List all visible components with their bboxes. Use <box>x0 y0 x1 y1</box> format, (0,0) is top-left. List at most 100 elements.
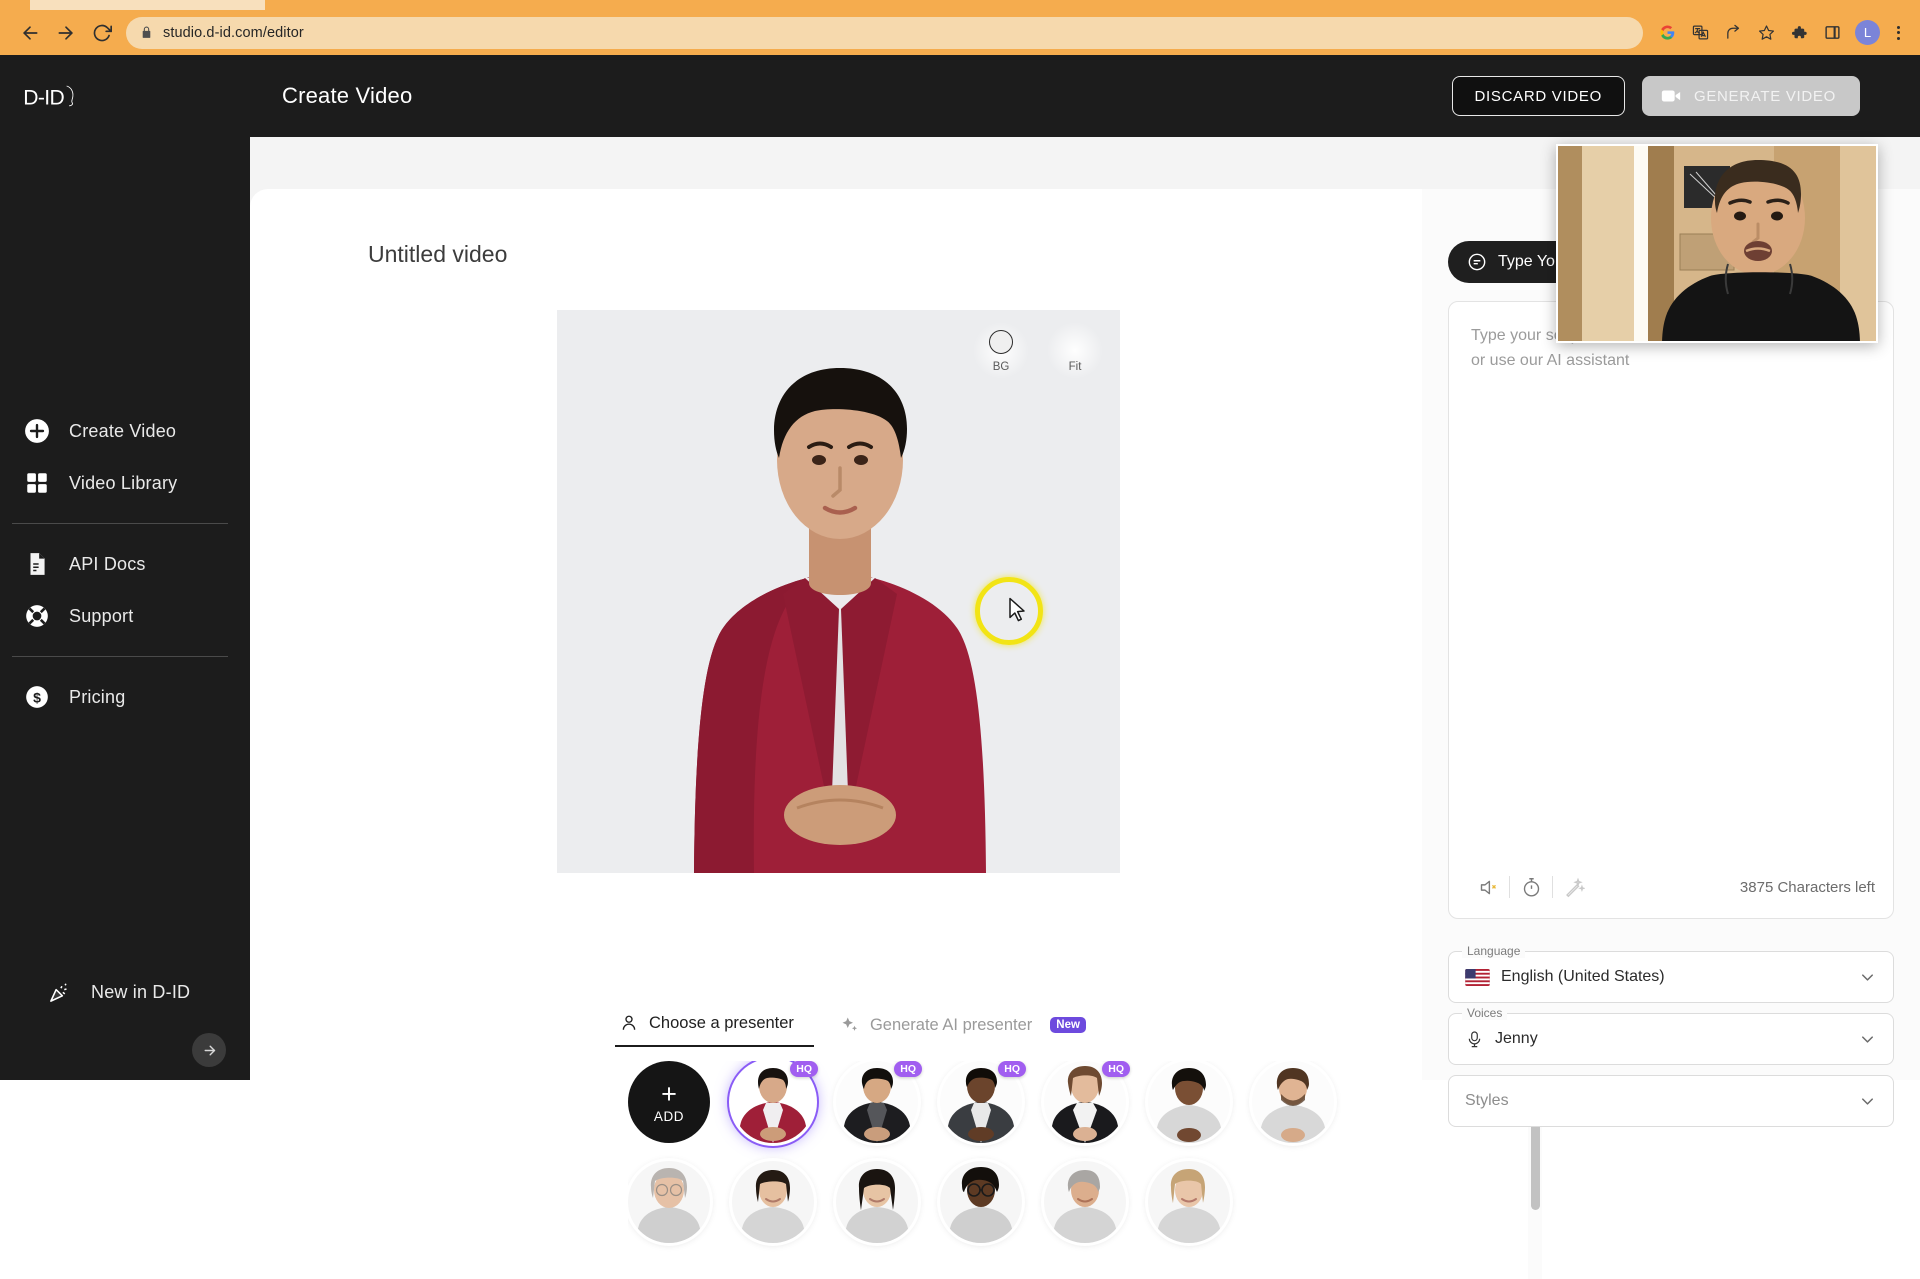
browser-tab[interactable]: D-ID Create Video ✕ <box>30 0 265 10</box>
chevron-down-icon[interactable] <box>1858 1092 1877 1111</box>
presenter-avatar[interactable]: HQ <box>1044 1061 1126 1143</box>
avatar <box>628 1161 710 1243</box>
avatar <box>836 1161 918 1243</box>
script-textarea[interactable]: Type your script here or use our AI assi… <box>1448 301 1894 919</box>
chat-icon <box>1467 252 1487 272</box>
characters-left-counter: 3875 Characters left <box>1740 879 1875 896</box>
new-badge: New <box>1050 1017 1086 1033</box>
presenter-avatar[interactable]: HQ <box>836 1061 918 1143</box>
back-arrow-icon[interactable] <box>12 15 48 51</box>
browser-actions: L <box>1653 19 1908 47</box>
tab-strip: D-ID Create Video ✕ + <box>0 0 1920 10</box>
magic-wand-icon[interactable] <box>1553 872 1595 902</box>
new-tab-button[interactable]: + <box>275 0 290 4</box>
address-bar[interactable]: studio.d-id.com/editor <box>126 17 1643 49</box>
document-icon <box>22 549 52 579</box>
play-audio-icon[interactable] <box>1467 872 1509 902</box>
presenter-avatar[interactable]: HQ <box>732 1061 814 1143</box>
dollar-circle-icon: $ <box>22 682 52 712</box>
voices-value: Jenny <box>1495 1030 1538 1048</box>
sidebar-item-label: Support <box>69 606 133 627</box>
discard-video-button[interactable]: DISCARD VIDEO <box>1452 76 1625 116</box>
bg-control-button[interactable]: BG <box>973 322 1029 379</box>
add-presenter-button[interactable]: + ADD <box>628 1061 710 1143</box>
voices-legend: Voices <box>1462 1006 1507 1020</box>
presenter-grid[interactable]: + ADD HQ HQ <box>628 1061 1508 1276</box>
avatar <box>1252 1061 1334 1143</box>
presenter-avatar[interactable] <box>1148 1061 1230 1143</box>
tab-label: Generate AI presenter <box>870 1016 1032 1035</box>
presenter-avatar[interactable] <box>732 1161 814 1243</box>
avatar <box>1148 1061 1230 1143</box>
tab-choose-a-presenter[interactable]: Choose a presenter <box>615 1013 814 1047</box>
hq-badge: HQ <box>1102 1061 1130 1077</box>
sidebar-item-label: Pricing <box>69 687 125 708</box>
reload-icon[interactable] <box>84 15 120 51</box>
sidebar-item-api-docs[interactable]: API Docs <box>0 538 250 590</box>
d-id-logo[interactable]: D-ID <box>22 75 84 123</box>
presenter-row <box>628 1161 1508 1243</box>
sidebar-divider <box>12 656 228 657</box>
bookmark-star-icon[interactable] <box>1752 19 1780 47</box>
fit-control-label: Fit <box>1069 361 1082 373</box>
hq-badge: HQ <box>894 1061 922 1077</box>
sidebar-item-create-video[interactable]: Create Video <box>0 405 250 457</box>
sidebar-item-support[interactable]: Support <box>0 590 250 642</box>
collapse-arrow-icon[interactable] <box>192 1033 226 1067</box>
fit-control-button[interactable]: Fit <box>1047 322 1103 379</box>
voices-select[interactable]: Voices Jenny <box>1448 1013 1894 1065</box>
address-bar-url: studio.d-id.com/editor <box>163 25 304 41</box>
sidebar-item-label: Create Video <box>69 421 176 442</box>
presenter-avatar[interactable] <box>1252 1061 1334 1143</box>
lock-icon <box>140 26 153 39</box>
generate-video-label: GENERATE VIDEO <box>1694 88 1836 105</box>
hq-badge: HQ <box>998 1061 1026 1077</box>
presenter-avatar[interactable] <box>836 1161 918 1243</box>
person-icon <box>619 1013 639 1033</box>
tab-label: Choose a presenter <box>649 1014 794 1033</box>
browser-menu-button[interactable] <box>1889 26 1908 40</box>
language-value-wrap: English (United States) <box>1465 968 1665 986</box>
presenter-tabs: Choose a presenter Generate AI presenter… <box>615 1013 1106 1047</box>
google-icon[interactable] <box>1653 19 1681 47</box>
avatar <box>1044 1161 1126 1243</box>
avatar <box>940 1161 1022 1243</box>
translate-icon[interactable] <box>1686 19 1714 47</box>
video-camera-icon <box>1660 85 1682 107</box>
language-select[interactable]: Language English (United States) <box>1448 951 1894 1003</box>
mouse-pointer-cursor <box>1008 597 1027 623</box>
sidebar-nav: Create Video Video Library API Docs Su <box>0 405 250 723</box>
presenter-avatar[interactable] <box>1148 1161 1230 1243</box>
voices-value-wrap: Jenny <box>1465 1030 1538 1049</box>
chevron-down-icon[interactable] <box>1858 968 1877 987</box>
presenter-avatar[interactable]: HQ <box>940 1061 1022 1143</box>
presenter-row: + ADD HQ HQ <box>628 1061 1508 1143</box>
browser-toolbar: studio.d-id.com/editor L <box>0 10 1920 55</box>
presenter-avatar[interactable] <box>1044 1161 1126 1243</box>
generate-video-button[interactable]: GENERATE VIDEO <box>1642 76 1860 116</box>
profile-avatar[interactable]: L <box>1855 20 1880 45</box>
sidebar-item-pricing[interactable]: $ Pricing <box>0 671 250 723</box>
sidebar-item-label: New in D-ID <box>91 982 190 1003</box>
avatar <box>732 1161 814 1243</box>
language-value: English (United States) <box>1501 968 1665 986</box>
presenter-avatar[interactable] <box>628 1161 710 1243</box>
presenter-avatar[interactable] <box>940 1161 1022 1243</box>
extensions-icon[interactable] <box>1785 19 1813 47</box>
color-swatch-circle-icon <box>989 330 1013 354</box>
styles-select[interactable]: Styles <box>1448 1075 1894 1127</box>
video-title[interactable]: Untitled video <box>368 241 507 268</box>
timer-icon[interactable] <box>1510 872 1552 902</box>
script-toolbar: 3875 Characters left <box>1467 872 1875 902</box>
sidebar-item-label: Video Library <box>69 473 177 494</box>
tab-generate-ai-presenter[interactable]: Generate AI presenter New <box>836 1015 1106 1047</box>
forward-arrow-icon[interactable] <box>48 15 84 51</box>
sidebar-divider <box>12 523 228 524</box>
share-icon[interactable] <box>1719 19 1747 47</box>
sparkles-icon <box>840 1015 860 1035</box>
sidebar-item-video-library[interactable]: Video Library <box>0 457 250 509</box>
chevron-down-icon[interactable] <box>1858 1030 1877 1049</box>
page-title: Create Video <box>282 83 412 109</box>
sidebar-item-new-in-did[interactable]: New in D-ID <box>22 966 190 1018</box>
side-panel-icon[interactable] <box>1818 19 1846 47</box>
